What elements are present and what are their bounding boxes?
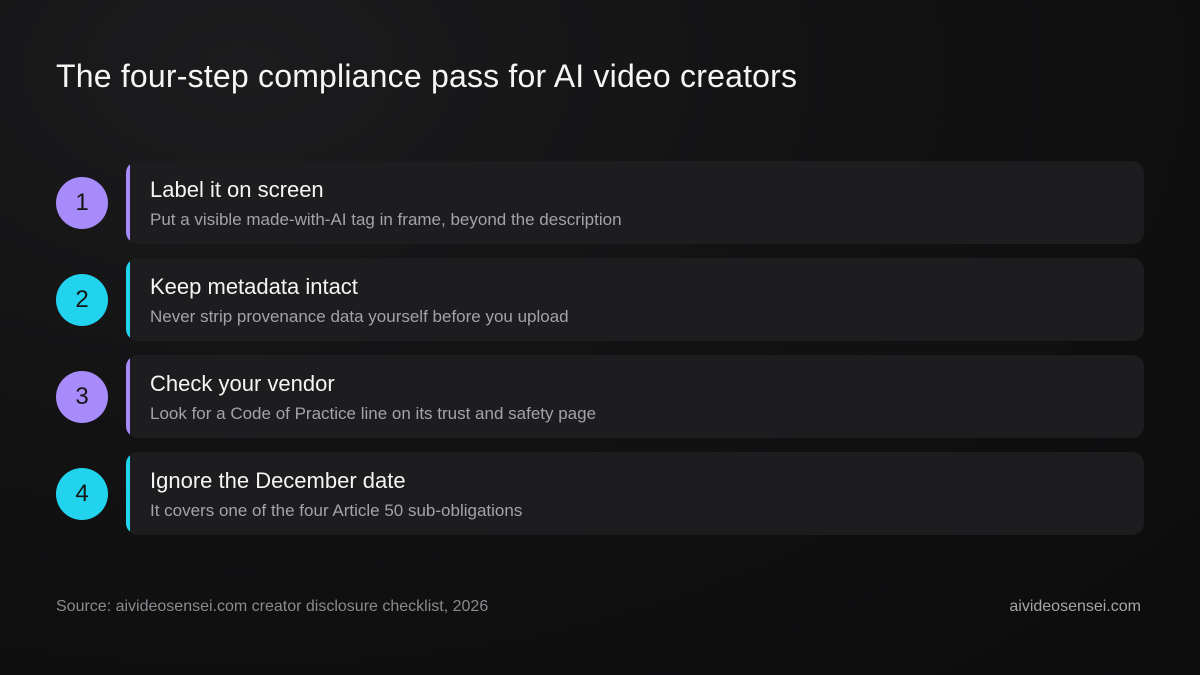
- step-number-badge: 2: [56, 274, 108, 326]
- step-item-4: 4 Ignore the December date It covers one…: [56, 452, 1144, 535]
- step-accent-bar: [126, 455, 130, 532]
- step-card: Check your vendor Look for a Code of Pra…: [126, 355, 1144, 438]
- step-title: Keep metadata intact: [150, 274, 358, 299]
- step-number-badge: 1: [56, 177, 108, 229]
- step-description: Never strip provenance data yourself bef…: [150, 307, 569, 326]
- step-item-2: 2 Keep metadata intact Never strip prove…: [56, 258, 1144, 341]
- step-item-1: 1 Label it on screen Put a visible made-…: [56, 161, 1144, 244]
- step-description: Look for a Code of Practice line on its …: [150, 404, 597, 423]
- step-number-badge: 3: [56, 371, 108, 423]
- steps-list: 1 Label it on screen Put a visible made-…: [56, 161, 1144, 549]
- step-item-3: 3 Check your vendor Look for a Code of P…: [56, 355, 1144, 438]
- step-card: Label it on screen Put a visible made-wi…: [126, 161, 1144, 244]
- step-accent-bar: [126, 164, 130, 241]
- step-card: Ignore the December date It covers one o…: [126, 452, 1144, 535]
- site-credit: aivideosensei.com: [1009, 598, 1141, 615]
- step-description: Put a visible made-with-AI tag in frame,…: [150, 210, 622, 229]
- step-accent-bar: [126, 261, 130, 338]
- step-title: Label it on screen: [150, 177, 324, 202]
- step-title: Check your vendor: [150, 371, 335, 396]
- source-caption: Source: aivideosensei.com creator disclo…: [56, 598, 489, 615]
- step-accent-bar: [126, 358, 130, 435]
- page-title: The four-step compliance pass for AI vid…: [56, 58, 798, 94]
- step-title: Ignore the December date: [150, 468, 406, 493]
- step-description: It covers one of the four Article 50 sub…: [150, 501, 523, 520]
- step-card: Keep metadata intact Never strip provena…: [126, 258, 1144, 341]
- step-number-badge: 4: [56, 468, 108, 520]
